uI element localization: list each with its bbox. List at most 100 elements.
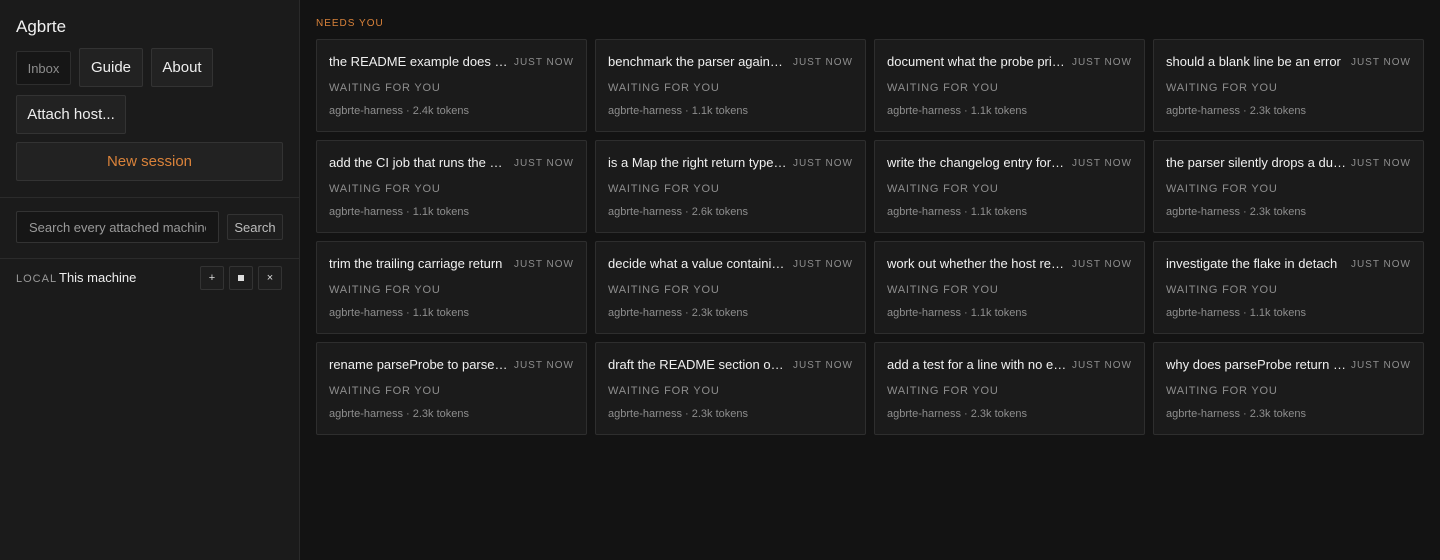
session-title: why does parseProbe return undefined [1166,357,1346,372]
session-time: JUST NOW [1071,259,1132,270]
session-title: should a blank line be an error [1166,54,1341,69]
app-title: Agbrte [16,17,67,36]
session-status: WAITING FOR YOU [1166,82,1278,94]
session-meta: agbrte-harness · 2.3k tokens [1166,408,1307,420]
session-time: JUST NOW [1071,360,1132,371]
session-status: WAITING FOR YOU [887,183,999,195]
detach-machine-button[interactable]: × [258,266,282,290]
session-status: WAITING FOR YOU [887,82,999,94]
session-title: document what the probe prints [887,54,1067,69]
session-status: WAITING FOR YOU [329,82,441,94]
session-time: JUST NOW [1350,158,1411,169]
session-meta: agbrte-harness · 2.3k tokens [887,408,1028,420]
session-card[interactable]: add a test for a line with no equals sig… [874,342,1145,435]
sidebar: Agbrte Inbox Guide About Attach host... … [0,0,300,560]
divider [0,258,299,259]
new-session-button[interactable]: New session [16,142,283,181]
session-card[interactable]: the parser silently drops a duplicate ke… [1153,140,1424,233]
stop-icon [238,275,244,281]
machine-name[interactable]: This machine [59,270,136,285]
session-meta: agbrte-harness · 1.1k tokens [608,105,749,117]
session-time: JUST NOW [513,360,574,371]
session-title: draft the README section on probes [608,357,788,372]
session-card[interactable]: the README example does not match the ou… [316,39,587,132]
search-button[interactable]: Search [227,214,283,240]
session-title: investigate the flake in detach [1166,256,1338,271]
session-status: WAITING FOR YOU [329,284,441,296]
machine-location-tag: LOCAL [16,273,58,285]
session-card[interactable]: work out whether the host reports the ve… [874,241,1145,334]
session-title: benchmark the parser against the fixture… [608,54,788,69]
search-input[interactable] [16,211,219,243]
session-status: WAITING FOR YOU [608,82,720,94]
guide-button[interactable]: Guide [79,48,143,87]
session-time: JUST NOW [1350,259,1411,270]
session-status: WAITING FOR YOU [608,284,720,296]
session-title: rename parseProbe to parseProbeOutput [329,357,509,372]
session-time: JUST NOW [513,158,574,169]
session-status: WAITING FOR YOU [329,385,441,397]
session-status: WAITING FOR YOU [887,385,999,397]
session-meta: agbrte-harness · 2.3k tokens [329,408,470,420]
session-card[interactable]: write the changelog entry for the parser… [874,140,1145,233]
session-card[interactable]: rename parseProbe to parseProbeOutput JUS… [316,342,587,435]
session-meta: agbrte-harness · 2.3k tokens [608,307,749,319]
session-meta: agbrte-harness · 2.4k tokens [329,105,470,117]
plus-icon: + [208,272,216,284]
session-time: JUST NOW [1071,57,1132,68]
session-card[interactable]: investigate the flake in detach JUST NOW W… [1153,241,1424,334]
session-title: work out whether the host reports the ve… [887,256,1067,271]
stop-machine-button[interactable] [229,266,253,290]
session-card[interactable]: why does parseProbe return undefined JUST… [1153,342,1424,435]
inbox-button[interactable]: Inbox [16,51,71,85]
divider [0,197,299,198]
session-title: add the CI job that runs the probe [329,155,509,170]
attach-host-button[interactable]: Attach host... [16,95,126,134]
section-label: NEEDS YOU [316,18,384,29]
session-meta: agbrte-harness · 1.1k tokens [887,206,1028,218]
session-time: JUST NOW [1350,360,1411,371]
add-session-button[interactable]: + [200,266,224,290]
session-time: JUST NOW [1071,158,1132,169]
session-status: WAITING FOR YOU [608,183,720,195]
close-icon: × [266,272,274,284]
session-meta: agbrte-harness · 2.3k tokens [1166,206,1307,218]
main-panel: NEEDS YOU the README example does not ma… [300,0,1440,560]
session-time: JUST NOW [513,57,574,68]
session-card[interactable]: decide what a value containing an equals… [595,241,866,334]
session-card[interactable]: benchmark the parser against the fixture… [595,39,866,132]
session-status: WAITING FOR YOU [608,385,720,397]
session-meta: agbrte-harness · 2.3k tokens [608,408,749,420]
session-time: JUST NOW [792,360,853,371]
session-title: the README example does not match the ou… [329,54,509,69]
session-time: JUST NOW [792,158,853,169]
session-title: write the changelog entry for the parser [887,155,1067,170]
about-button[interactable]: About [151,48,213,87]
session-time: JUST NOW [513,259,574,270]
session-card[interactable]: document what the probe prints JUST NOW WA… [874,39,1145,132]
session-time: JUST NOW [1350,57,1411,68]
session-time: JUST NOW [792,259,853,270]
session-meta: agbrte-harness · 1.1k tokens [1166,307,1307,319]
session-card[interactable]: should a blank line be an error JUST NOW W… [1153,39,1424,132]
session-meta: agbrte-harness · 1.1k tokens [887,105,1028,117]
session-status: WAITING FOR YOU [1166,183,1278,195]
session-meta: agbrte-harness · 2.6k tokens [608,206,749,218]
session-meta: agbrte-harness · 2.3k tokens [1166,105,1307,117]
session-time: JUST NOW [792,57,853,68]
session-card[interactable]: add the CI job that runs the probe JUST N… [316,140,587,233]
session-meta: agbrte-harness · 1.1k tokens [329,307,470,319]
session-title: is a Map the right return type here [608,155,788,170]
session-title: add a test for a line with no equals sig… [887,357,1067,372]
session-card[interactable]: trim the trailing carriage return JUST NO… [316,241,587,334]
session-title: trim the trailing carriage return [329,256,503,271]
session-status: WAITING FOR YOU [1166,284,1278,296]
session-status: WAITING FOR YOU [1166,385,1278,397]
session-card[interactable]: is a Map the right return type here JUST … [595,140,866,233]
session-title: decide what a value containing an equals… [608,256,788,271]
session-meta: agbrte-harness · 1.1k tokens [329,206,470,218]
session-title: the parser silently drops a duplicate ke… [1166,155,1346,170]
session-status: WAITING FOR YOU [887,284,999,296]
session-card[interactable]: draft the README section on probes JUST N… [595,342,866,435]
session-grid: the README example does not match the ou… [316,39,1424,435]
